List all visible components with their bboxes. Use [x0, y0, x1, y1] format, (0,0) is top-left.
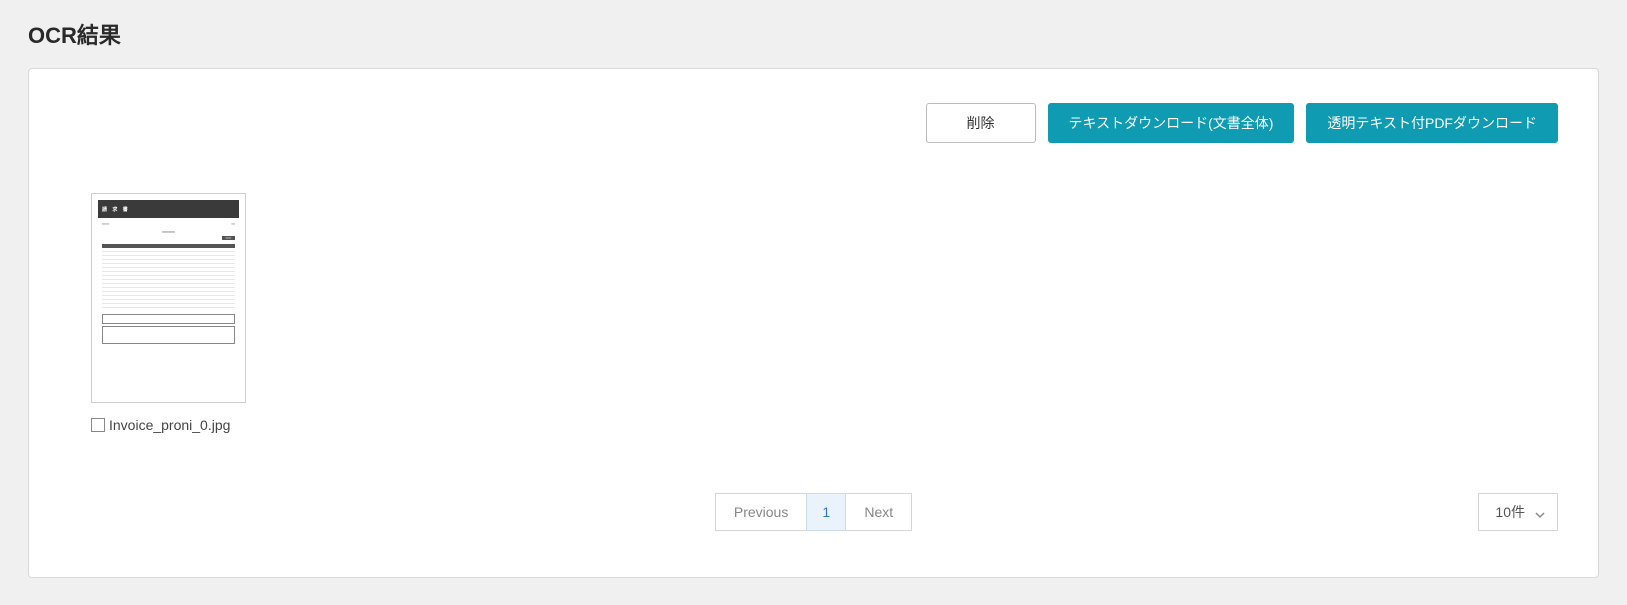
delete-button[interactable]: 削除 [926, 103, 1036, 143]
pager-previous-button[interactable]: Previous [715, 493, 807, 531]
page-title: OCR結果 [28, 18, 1599, 50]
ocr-results-panel: 削除 テキストダウンロード(文書全体) 透明テキスト付PDFダウンロード 請 求… [28, 68, 1599, 578]
pdf-download-button[interactable]: 透明テキスト付PDFダウンロード [1306, 103, 1558, 143]
pager: Previous 1 Next [715, 493, 912, 531]
invoice-preview: 請 求 書 ━━━━━━ ━━━━━━━ ━━━ [98, 200, 239, 396]
per-page-selector[interactable]: 10件 [1478, 493, 1558, 531]
document-thumbnail[interactable]: 請 求 書 ━━━━━━ ━━━━━━━ ━━━ [91, 193, 246, 403]
text-download-button[interactable]: テキストダウンロード(文書全体) [1048, 103, 1295, 143]
invoice-doc-title: 請 求 書 [102, 206, 130, 213]
pager-page-1[interactable]: 1 [806, 493, 846, 531]
thumbnail-filename: Invoice_proni_0.jpg [109, 417, 230, 433]
per-page-label: 10件 [1495, 502, 1525, 522]
toolbar: 削除 テキストダウンロード(文書全体) 透明テキスト付PDFダウンロード [69, 103, 1558, 143]
page-header: OCR結果 [0, 0, 1627, 68]
pager-next-button[interactable]: Next [845, 493, 912, 531]
thumbnail-label-row: Invoice_proni_0.jpg [91, 417, 246, 433]
thumbnail-checkbox[interactable] [91, 418, 105, 432]
pagination-row: Previous 1 Next 10件 [69, 493, 1558, 531]
chevron-down-icon [1535, 507, 1545, 517]
thumbnail-grid: 請 求 書 ━━━━━━ ━━━━━━━ ━━━ [69, 193, 1558, 433]
thumbnail-card[interactable]: 請 求 書 ━━━━━━ ━━━━━━━ ━━━ [91, 193, 246, 433]
